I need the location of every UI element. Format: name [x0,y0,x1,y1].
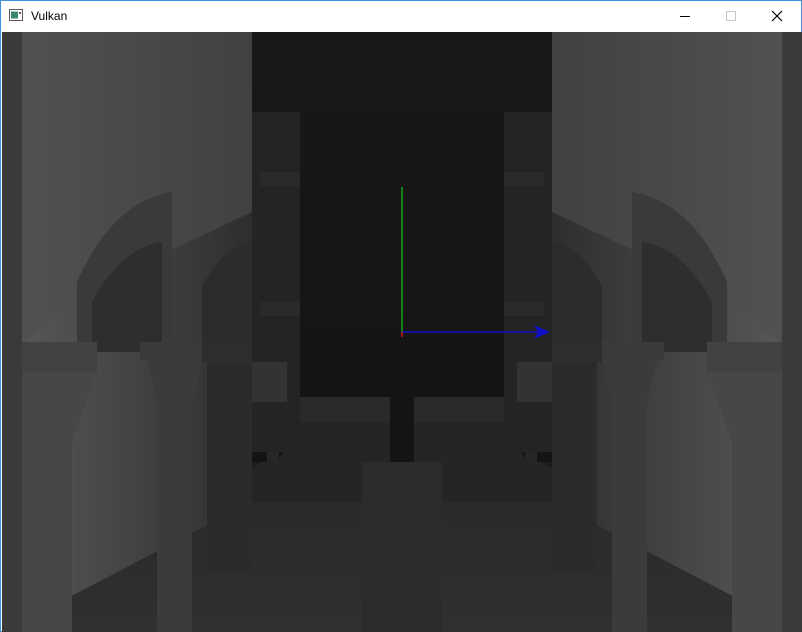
maximize-button[interactable] [708,1,754,31]
window-title: Vulkan [31,9,68,23]
minimize-icon [680,16,690,17]
minimize-button[interactable] [662,1,708,31]
app-window-icon [9,9,23,21]
vulkan-window: Vulkan [0,0,802,632]
close-button[interactable] [754,1,800,31]
render-viewport[interactable] [2,32,802,632]
maximize-icon [726,11,736,21]
close-icon [771,10,783,22]
depth-scene [2,32,802,632]
title-bar[interactable]: Vulkan [1,1,801,31]
